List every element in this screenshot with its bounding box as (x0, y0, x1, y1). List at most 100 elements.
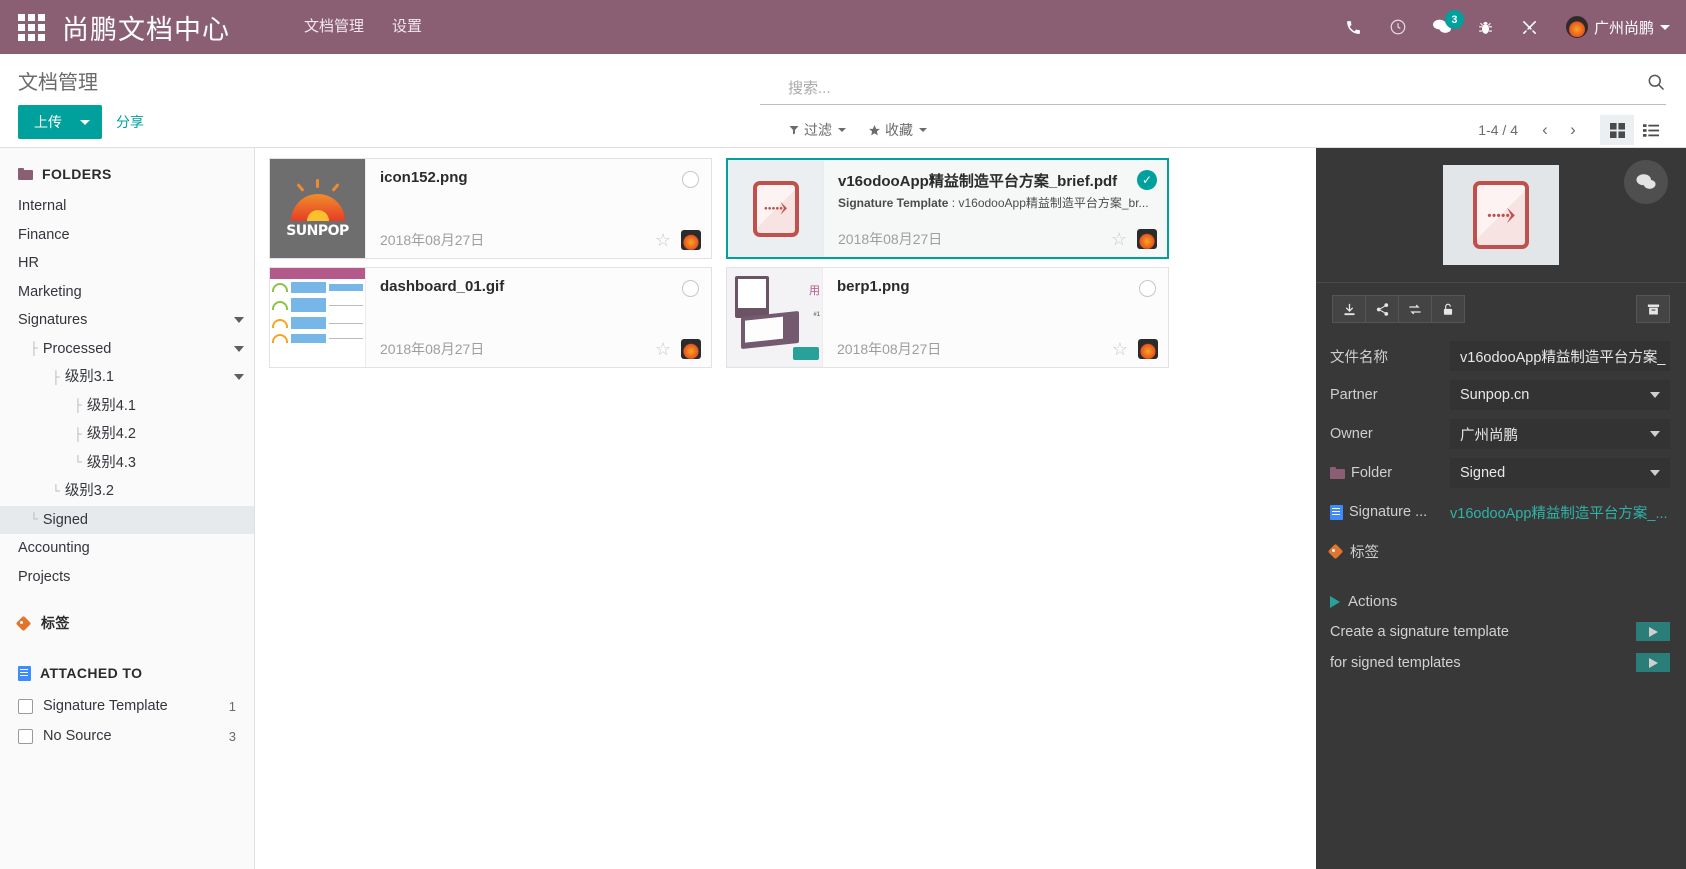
grid-icon (1609, 122, 1625, 138)
folder-icon (18, 168, 33, 180)
file-select-toggle[interactable] (682, 171, 699, 188)
menu-item-documents[interactable]: 文档管理 (290, 0, 378, 54)
favorites-dropdown[interactable]: 收藏 (868, 120, 927, 140)
upload-button[interactable]: 上传 (18, 105, 102, 139)
file-select-toggle[interactable] (1139, 280, 1156, 297)
sun-rays-icon (291, 178, 345, 192)
sidebar-item-label: Signed (42, 511, 88, 528)
signature-template-link[interactable]: v16odooApp精益制造平台方案_... (1450, 502, 1670, 523)
file-card-icon152[interactable]: SUNPOP icon152.png 2018年08月27日 ☆ (269, 158, 712, 259)
control-panel: 文档管理 上传 分享 过滤 收藏 (0, 54, 1686, 148)
filter-row: 过滤 收藏 1-4 / 4 ‹ › (760, 105, 1668, 145)
share-icon[interactable] (1365, 295, 1399, 323)
sidebar-item-accounting[interactable]: Accounting (0, 534, 254, 563)
sidebar-item-level-4-2[interactable]: ├ 级别4.2 (0, 420, 254, 449)
file-date: 2018年08月27日 (380, 232, 485, 248)
share-button[interactable]: 分享 (116, 112, 144, 132)
brand-title[interactable]: 尚鹏文档中心 (62, 8, 230, 47)
tools-icon[interactable] (1510, 0, 1550, 54)
run-action-button[interactable] (1636, 622, 1670, 641)
download-icon[interactable] (1332, 295, 1366, 323)
file-selected-check-icon[interactable]: ✓ (1137, 170, 1157, 190)
user-menu[interactable]: 广州尚鹏 (1554, 16, 1670, 38)
sidebar-item-level-3-1[interactable]: ├ 级别3.1 (0, 363, 254, 392)
kanban-view-button[interactable] (1600, 115, 1634, 145)
field-label: Partner (1330, 387, 1378, 403)
control-right: 过滤 收藏 1-4 / 4 ‹ › (760, 54, 1686, 147)
sidebar-item-marketing[interactable]: Marketing (0, 278, 254, 307)
sidebar-item-finance[interactable]: Finance (0, 221, 254, 250)
chevron-down-icon[interactable] (234, 317, 244, 324)
sidebar-item-processed[interactable]: ├ Processed (0, 335, 254, 364)
file-card-dashboard-01[interactable]: dashboard_01.gif 2018年08月27日 ☆ (269, 267, 712, 368)
dashboard-charts (270, 279, 365, 346)
attached-section-header: ATTACHED TO (0, 661, 254, 691)
chevron-down-icon[interactable] (234, 345, 244, 352)
file-select-toggle[interactable] (682, 280, 699, 297)
star-icon[interactable]: ☆ (655, 231, 671, 249)
field-label-tags: 标签 (1330, 541, 1450, 562)
sidebar-item-projects[interactable]: Projects (0, 563, 254, 592)
sidebar-item-internal[interactable]: Internal (0, 192, 254, 221)
owner-select[interactable]: 广州尚鹏 (1450, 419, 1670, 449)
folder-select[interactable]: Signed (1450, 458, 1670, 488)
inspector-fields: 文件名称 v16odooApp精益制造平台方案_ Partner Sunpop.… (1316, 335, 1686, 566)
action-label[interactable]: for signed templates (1330, 655, 1461, 671)
phone-icon[interactable] (1334, 0, 1374, 54)
list-view-button[interactable] (1634, 115, 1668, 145)
filename-field[interactable]: v16odooApp精益制造平台方案_ (1450, 341, 1670, 371)
run-action-button[interactable] (1636, 653, 1670, 672)
replace-icon[interactable] (1398, 295, 1432, 323)
checkbox[interactable] (18, 728, 33, 744)
tree-branch-line: ├ (74, 398, 82, 414)
action-label[interactable]: Create a signature template (1330, 624, 1509, 640)
menu-item-settings[interactable]: 设置 (378, 0, 436, 54)
sidebar-item-level-3-2[interactable]: └ 级别3.2 (0, 477, 254, 506)
sidebar-item-hr[interactable]: HR (0, 249, 254, 278)
sidebar-item-level-4-1[interactable]: ├ 级别4.1 (0, 392, 254, 421)
checkbox[interactable] (18, 698, 33, 714)
apps-menu-icon[interactable] (0, 13, 62, 41)
attached-item-no-source[interactable]: No Source 3 (0, 721, 254, 751)
chatter-button[interactable] (1624, 160, 1668, 204)
lock-icon[interactable] (1431, 295, 1465, 323)
search-input[interactable] (788, 80, 1646, 97)
pager-next-button[interactable]: › (1560, 117, 1586, 143)
sidebar-item-label: Marketing (18, 283, 82, 300)
chevron-down-icon (1650, 392, 1660, 398)
sidebar-item-signed[interactable]: └ Signed (0, 505, 254, 534)
partner-select[interactable]: Sunpop.cn (1450, 380, 1670, 410)
owner-value: 广州尚鹏 (1460, 427, 1518, 444)
chat-icon (1636, 174, 1656, 189)
pager-previous-button[interactable]: ‹ (1532, 117, 1558, 143)
file-kanban-area: SUNPOP icon152.png 2018年08月27日 ☆ ⤑ v16od… (255, 148, 1316, 869)
star-icon[interactable]: ☆ (655, 340, 671, 358)
file-card-berp1[interactable]: 用 #1 berp1.png 2018年08月27日 ☆ (726, 267, 1169, 368)
file-date: 2018年08月27日 (837, 341, 942, 357)
star-icon[interactable]: ☆ (1111, 230, 1127, 248)
file-card-footer: ☆ (1111, 229, 1157, 249)
sun-arc-icon (290, 193, 345, 221)
chevron-down-icon[interactable] (234, 374, 244, 381)
clock-icon[interactable] (1378, 0, 1418, 54)
sidebar-item-level-4-3[interactable]: └ 级别4.3 (0, 449, 254, 478)
filter-dropdown[interactable]: 过滤 (788, 120, 846, 140)
bug-icon[interactable] (1466, 0, 1506, 54)
attached-item-signature-template[interactable]: Signature Template 1 (0, 691, 254, 721)
tree-branch-line: ├ (30, 341, 38, 357)
file-card-body: v16odooApp精益制造平台方案_brief.pdf Signature T… (824, 160, 1167, 257)
sidebar-divider (0, 591, 254, 609)
folders-header-label: FOLDERS (42, 166, 112, 182)
preview-thumbnail[interactable]: ⤑ (1443, 165, 1559, 265)
file-card-v16odooapp-brief[interactable]: ⤑ v16odooApp精益制造平台方案_brief.pdf Signature… (726, 158, 1169, 259)
archive-icon[interactable] (1636, 295, 1670, 323)
sidebar-item-signatures[interactable]: Signatures (0, 306, 254, 335)
sunpop-wordmark: SUNPOP (286, 222, 349, 239)
filter-label: 过滤 (804, 122, 832, 138)
star-icon[interactable]: ☆ (1112, 340, 1128, 358)
chat-icon[interactable]: 3 (1422, 0, 1464, 54)
sidebar-item-label: Accounting (18, 540, 90, 556)
search-icon[interactable] (1646, 72, 1666, 97)
control-left: 文档管理 上传 分享 (0, 54, 760, 147)
play-triangle-icon (1648, 626, 1658, 637)
